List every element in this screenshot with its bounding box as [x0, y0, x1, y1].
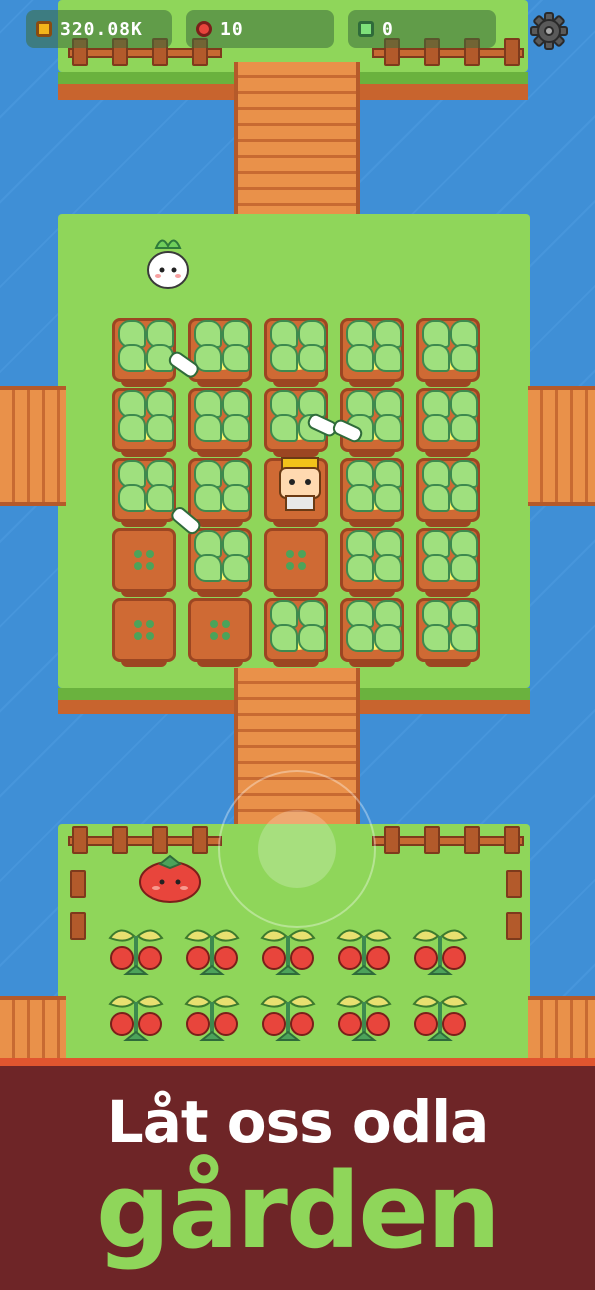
turnip-plot-ripe[interactable] — [264, 598, 328, 667]
bridge-west — [0, 386, 66, 506]
turnip-plot-ripe[interactable] — [340, 458, 404, 527]
tomato-plant[interactable] — [332, 922, 396, 986]
tomato-plant[interactable] — [256, 988, 320, 1052]
gem-amount: 0 — [382, 18, 394, 40]
farmer-character[interactable] — [272, 452, 328, 514]
turnip-plot-sprout[interactable] — [264, 528, 328, 597]
bridge-east — [528, 386, 595, 506]
fence-post — [70, 870, 86, 898]
turnip-plot-ripe[interactable] — [416, 528, 480, 597]
turnip-plot-ripe[interactable] — [416, 318, 480, 387]
fence-post — [424, 826, 440, 854]
tomato-amount: 10 — [220, 18, 244, 40]
promo-headline-highlight: gården — [96, 1150, 501, 1272]
turnip-plot-ripe[interactable] — [416, 458, 480, 527]
harvested-turnip — [171, 507, 201, 535]
turnip-plot-ripe[interactable] — [416, 598, 480, 667]
game-viewport[interactable]: 320.08K 10 0 — [0, 0, 595, 1065]
bridge-southeast — [528, 996, 595, 1065]
gem-counter: 0 — [348, 10, 496, 48]
joystick-knob[interactable] — [258, 810, 336, 888]
harvested-turnip — [168, 351, 199, 378]
fence-post — [72, 826, 88, 854]
bridge-north — [234, 62, 360, 222]
tomato-counter: 10 — [186, 10, 334, 48]
fence-post — [112, 826, 128, 854]
tomato-plant[interactable] — [104, 922, 168, 986]
tomato-plant[interactable] — [408, 988, 472, 1052]
tomato-plant[interactable] — [332, 988, 396, 1052]
tomato-plant[interactable] — [408, 922, 472, 986]
turnip-plot-ripe[interactable] — [340, 318, 404, 387]
turnip-plot-ripe[interactable] — [188, 388, 252, 457]
promo-headline: Låt oss odla — [106, 1088, 489, 1156]
fence-post — [464, 826, 480, 854]
harvested-turnip — [307, 413, 363, 443]
coin-amount: 320.08K — [60, 18, 143, 40]
coin-icon — [36, 21, 52, 37]
gem-icon — [358, 21, 374, 37]
tomato-helper[interactable] — [136, 850, 204, 906]
turnip-plot-ripe[interactable] — [112, 388, 176, 457]
tomato-plant[interactable] — [180, 922, 244, 986]
turnip-plot-sprout[interactable] — [112, 598, 176, 667]
fence-post — [506, 870, 522, 898]
promo-banner: Låt oss odla gården — [0, 1058, 595, 1290]
bridge-southwest — [0, 996, 66, 1065]
tomato-icon — [196, 21, 212, 37]
turnip-helper[interactable] — [142, 230, 194, 294]
gear-icon[interactable] — [530, 12, 568, 50]
tomato-plant[interactable] — [104, 988, 168, 1052]
turnip-plot-ripe[interactable] — [340, 598, 404, 667]
virtual-joystick[interactable] — [218, 770, 376, 928]
fence-post — [70, 912, 86, 940]
turnip-plot-ripe[interactable] — [340, 528, 404, 597]
fence-post — [506, 912, 522, 940]
fence-post — [384, 826, 400, 854]
coin-counter: 320.08K — [26, 10, 172, 48]
tomato-plant[interactable] — [180, 988, 244, 1052]
turnip-plot-sprout[interactable] — [188, 598, 252, 667]
turnip-plot-ripe[interactable] — [416, 388, 480, 457]
turnip-plot-ripe[interactable] — [264, 318, 328, 387]
fence-post — [504, 38, 520, 66]
fence-post — [504, 826, 520, 854]
tomato-plant[interactable] — [256, 922, 320, 986]
